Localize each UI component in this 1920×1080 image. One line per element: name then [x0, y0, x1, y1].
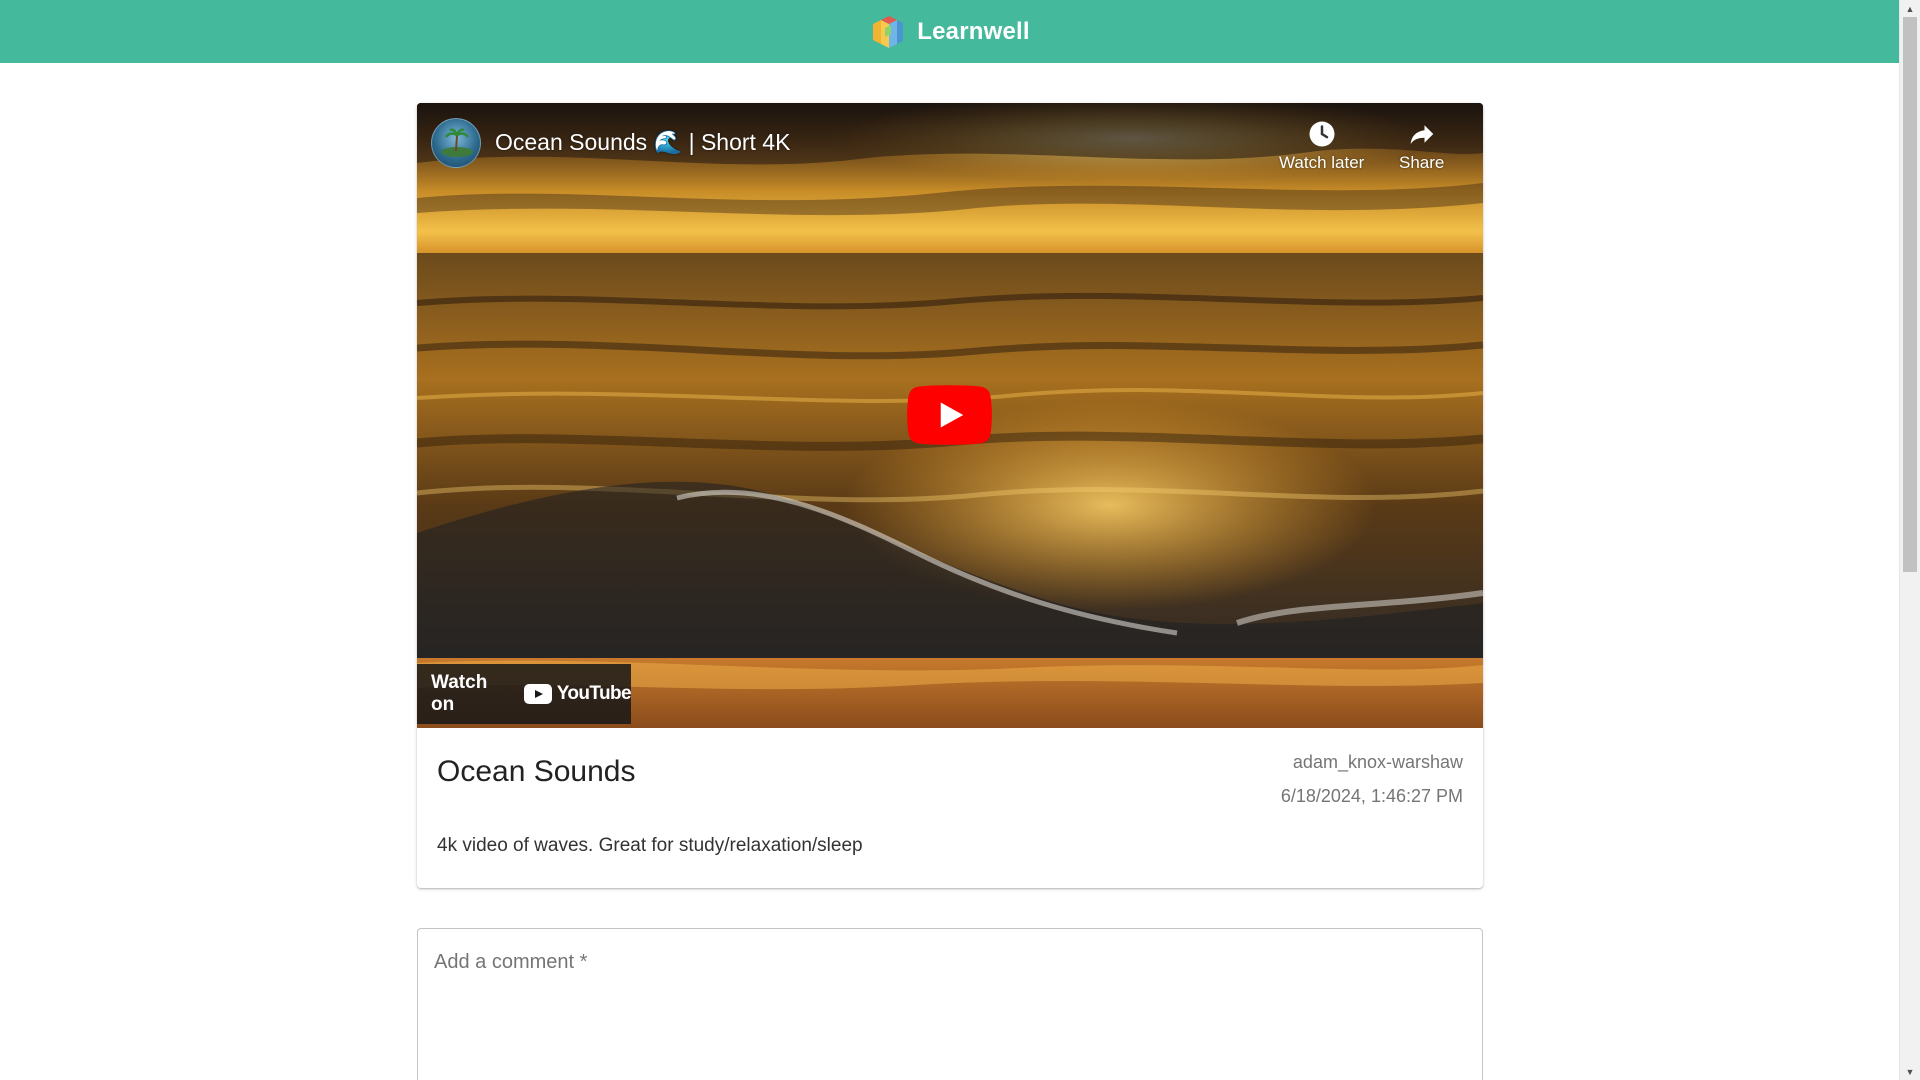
video-post-card: Ocean Sounds 🌊 | Short 4K Watch later Sh… [417, 103, 1483, 888]
share-arrow-icon [1410, 125, 1433, 144]
post-timestamp: 6/18/2024, 1:46:27 PM [1280, 786, 1463, 806]
youtube-logo: YouTube [523, 683, 632, 705]
post-title: Ocean Sounds [437, 755, 636, 788]
clock-icon [1309, 121, 1335, 147]
share-button[interactable]: Share [1399, 119, 1444, 173]
watch-on-youtube-link[interactable]: Watch on YouTube [417, 664, 632, 724]
youtube-wordmark: YouTube [556, 683, 632, 704]
brand[interactable]: Learnwell [869, 14, 1030, 50]
top-bar: Learnwell [0, 0, 1899, 63]
play-button[interactable] [907, 385, 992, 445]
play-icon [907, 385, 992, 445]
share-label: Share [1399, 153, 1445, 172]
watch-on-label: Watch on [431, 672, 488, 715]
island-avatar-icon [441, 128, 473, 157]
page-scrollbar[interactable]: ▲ ▼ [1899, 0, 1920, 1080]
scrollbar-thumb[interactable] [1903, 17, 1917, 572]
learnwell-logo-icon [873, 15, 904, 48]
comment-input[interactable]: Add a comment * [417, 928, 1483, 1080]
post-author[interactable]: adam_knox-warshaw [1293, 752, 1463, 773]
watch-later-button[interactable]: Watch later [1279, 119, 1364, 173]
embedded-video-player[interactable]: Ocean Sounds 🌊 | Short 4K Watch later Sh… [417, 103, 1483, 728]
comment-placeholder: Add a comment * [434, 951, 588, 973]
post-description: 4k video of waves. Great for study/relax… [437, 835, 863, 856]
channel-avatar[interactable] [431, 118, 481, 168]
page: Learnwell Ocean Sounds 🌊 | Short 4K Watc… [0, 0, 1920, 1080]
scroll-up-icon[interactable]: ▲ [1900, 0, 1920, 17]
video-title[interactable]: Ocean Sounds 🌊 | Short 4K [495, 129, 790, 156]
scroll-down-icon[interactable]: ▼ [1900, 1063, 1920, 1080]
watch-later-label: Watch later [1279, 153, 1365, 172]
brand-name: Learnwell [917, 17, 1030, 45]
youtube-logo-icon [523, 684, 552, 704]
